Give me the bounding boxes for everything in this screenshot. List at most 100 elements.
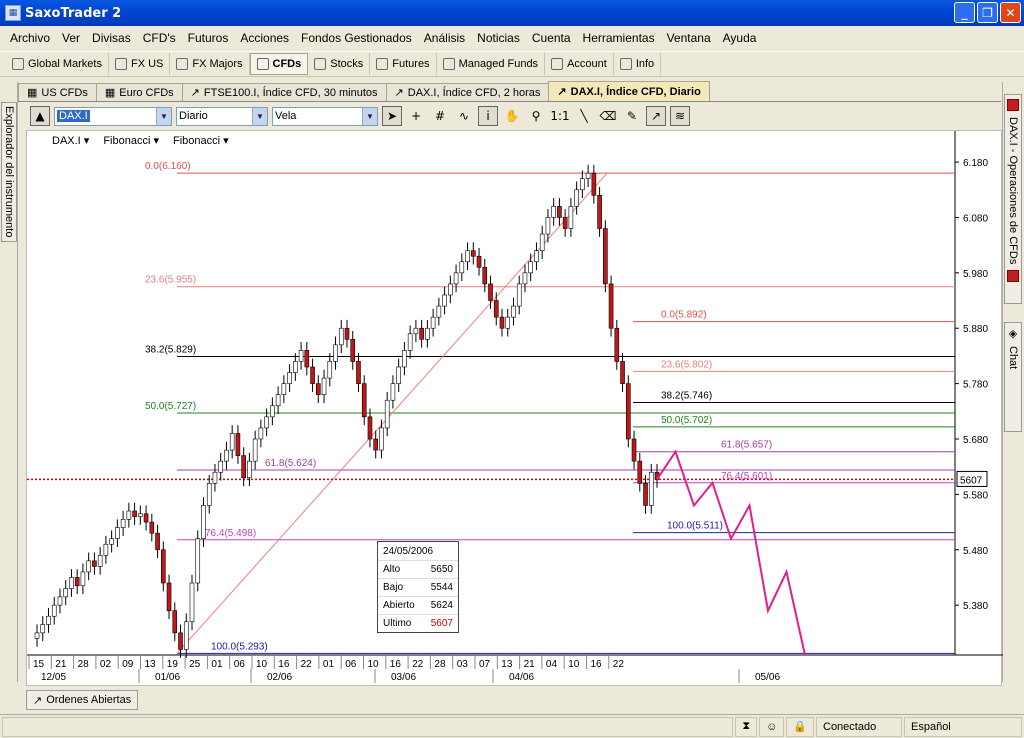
menu-item[interactable]: Noticias [471,31,526,45]
candle-body [344,327,350,340]
hand-tool-button[interactable]: ✋ [502,106,522,126]
candle-body [361,383,367,418]
document-tab[interactable]: ▦ US CFDs [18,83,97,101]
ohlc-label: Ultimo [383,618,412,629]
instrument-explorer-label: Explorador del instrumento [3,106,15,238]
instrument-select[interactable]: DAX.I ▼ [54,106,172,126]
candle-body [625,383,631,440]
toolbar-item[interactable]: FX US [109,53,171,75]
x-tick-label: 28 [78,659,90,670]
chart-area[interactable]: 6.180 6.080 5.980 5.880 5.780 5.680 5.580 5.480… [24,130,1003,687]
cfd-operations-tab[interactable]: DAX.I - Operaciones de CFDs [1004,94,1022,304]
month-label: 12/05 [41,672,66,683]
chat-tab[interactable]: ◈ Chat [1004,322,1022,432]
menu-item[interactable]: Futuros [182,31,235,45]
toolbar-item[interactable]: Global Markets [6,53,109,75]
indicator-label[interactable]: DAX.I ▾ [52,134,89,147]
collapse-toggle-button[interactable]: ▲ [30,106,50,126]
paint-tool-button[interactable]: ✎ [622,106,642,126]
x-tick-label: 09 [122,659,134,670]
pointer-tool-button[interactable]: ➤ [382,106,402,126]
info-tool-button[interactable]: i [478,106,498,126]
menu-item[interactable]: CFD's [137,31,182,45]
menu-item[interactable]: Cuenta [526,31,577,45]
candle-body [275,394,281,407]
toolbar-item[interactable]: CFDs [249,53,309,75]
menu-item[interactable]: Divisas [86,31,137,45]
candle-body [448,283,453,296]
menu-item[interactable]: Ver [56,31,86,45]
menu-item[interactable]: Herramientas [577,31,661,45]
document-tab-label: DAX.I, Índice CFD, 2 horas [407,86,541,99]
toolbar-item[interactable]: Info [614,53,662,75]
month-label: 03/06 [391,672,416,683]
toolbar-label: Account [567,58,607,70]
x-tick-label: 16 [390,659,402,670]
candle-body [631,438,637,462]
candle-body [603,228,608,285]
maximize-button[interactable]: ❐ [977,2,998,23]
toolbar-item[interactable]: Managed Funds [437,53,546,75]
indicator-label[interactable]: Fibonacci ▾ [103,134,159,147]
document-tab[interactable]: ↗ DAX.I, Índice CFD, 2 horas [385,83,550,101]
candle-body [585,172,591,179]
x-tick-label: 25 [189,659,201,670]
crosshair-tool-button[interactable]: + [406,106,426,126]
zoom-tool-button[interactable]: ⚲ [526,106,546,126]
candle-body [258,427,264,440]
eraser-tool-button[interactable]: ⌫ [598,106,618,126]
trend-tool-button[interactable]: ↗ [646,106,666,126]
menu-item[interactable]: Ayuda [717,31,763,45]
candle-body [476,255,482,268]
y-tick-label: 5.580 [963,490,988,501]
toolbar-item[interactable]: Account [545,53,614,75]
candle-body [591,172,597,196]
fibonacci-tool-button[interactable]: ≋ [670,106,690,126]
chart-type-select[interactable]: Vela ▼ [272,106,378,126]
main-toolbar: Global Markets FX US FX Majors CFDs Stocks Fu… [0,51,1024,77]
ohlc-label: Alto [383,564,401,575]
candle-body [516,283,522,307]
month-label: 05/06 [755,672,780,683]
line-tool-button[interactable]: ╲ [574,106,594,126]
fib-label: 100.0(5.511) [667,521,723,532]
toolbar-label: Managed Funds [458,58,539,70]
candle-body [482,267,488,285]
candle-body [103,543,109,556]
indicator-label[interactable]: Fibonacci ▾ [173,134,229,147]
price-chart[interactable]: 6.180 6.080 5.980 5.880 5.780 5.680 5.580 5.480… [24,131,1003,687]
menu-item[interactable]: Archivo [4,31,56,45]
candle-body [648,471,654,506]
open-orders-tab[interactable]: ↗ Ordenes Abiertas [26,690,139,710]
menu-item[interactable]: Ventana [661,31,717,45]
indicator-tool-button[interactable]: ∿ [454,106,474,126]
toolbar-label: Info [635,58,655,70]
menu-item[interactable]: Acciones [234,31,295,45]
candle-body [442,294,447,307]
x-tick-label: 16 [278,659,290,670]
connection-status: Conectado [816,716,902,737]
close-button[interactable]: ✕ [1000,2,1021,23]
candle-body [539,233,545,251]
minimize-button[interactable]: _ [954,2,975,23]
instrument-explorer-tab[interactable]: Explorador del instrumento [1,102,17,242]
candle-body [574,189,579,207]
grid-tool-button[interactable]: # [430,106,450,126]
menu-item[interactable]: Análisis [418,31,471,45]
toolbar-item[interactable]: Futures [370,53,437,75]
candle-body [132,510,137,517]
candle-body [384,399,390,429]
candle-body [310,366,315,384]
toolbar-icon [376,58,389,70]
menu-item[interactable]: Fondos Gestionados [295,31,418,45]
document-tab[interactable]: ▦ Euro CFDs [95,83,183,101]
ratio-tool-button[interactable]: 1:1 [550,106,570,126]
document-tab[interactable]: ↗ DAX.I, Índice CFD, Diario [548,81,710,101]
toolbar-item[interactable]: Stocks [308,53,371,75]
candle-body [69,577,74,589]
document-tab[interactable]: ↗ FTSE100.I, Índice CFD, 30 minutos [181,83,387,101]
x-tick-label: 13 [501,659,513,670]
document-tab-label: DAX.I, Índice CFD, Diario [570,85,701,98]
toolbar-item[interactable]: FX Majors [170,53,250,75]
period-select[interactable]: Diario ▼ [176,106,268,126]
